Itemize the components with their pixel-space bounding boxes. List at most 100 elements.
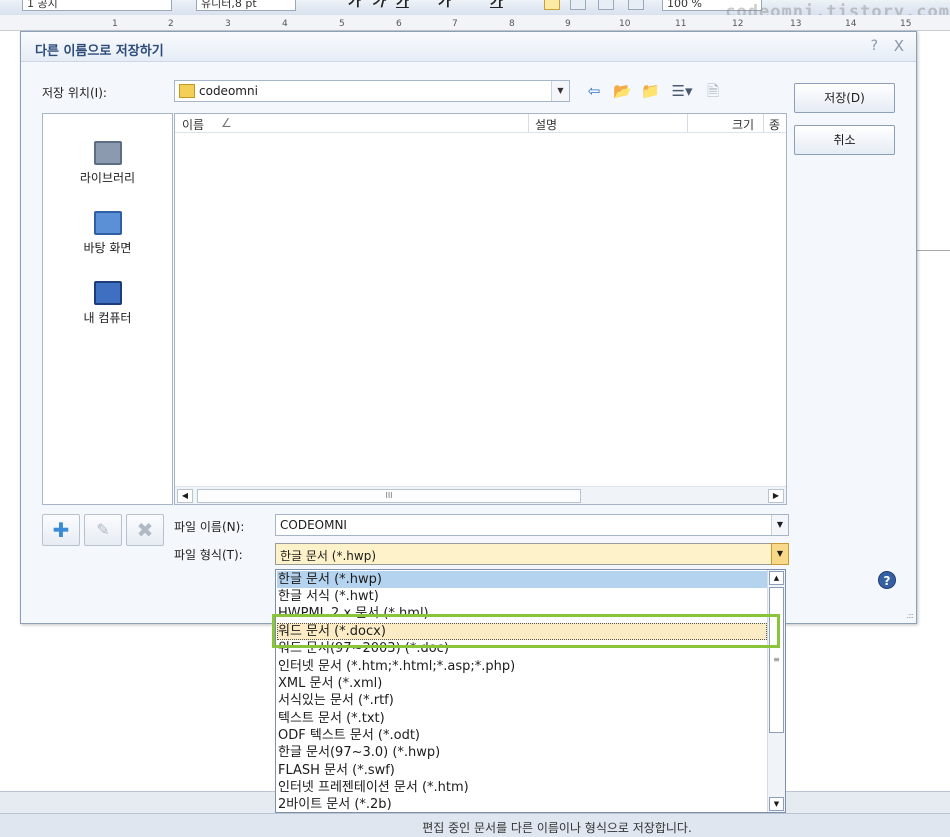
font-color-button[interactable]: 가: [490, 0, 503, 10]
font-size-select[interactable]: 유니터,8 pt: [196, 0, 296, 11]
dropdown-option[interactable]: 한글 문서(97~3.0) (*.hwp): [278, 744, 440, 761]
places-bar: 라이브러리 바탕 화면 내 컴퓨터: [42, 113, 173, 505]
style-value: 1 공지: [27, 0, 58, 10]
close-icon[interactable]: X: [894, 37, 904, 55]
location-label: 저장 위치(I):: [42, 86, 107, 100]
filetype-label: 파일 형식(T):: [174, 548, 243, 562]
style-select[interactable]: 1 공지: [22, 0, 172, 11]
filename-value: CODEOMNI: [280, 518, 347, 532]
back-arrow-icon[interactable]: ⇦: [585, 82, 603, 100]
location-combo[interactable]: codeomni ▼: [174, 80, 570, 102]
dialog-title: 다른 이름으로 저장하기: [35, 44, 164, 59]
help-circle-icon[interactable]: ?: [878, 571, 896, 589]
dropdown-scrollbar[interactable]: ▲ ≡ ▼: [767, 570, 785, 812]
place-library[interactable]: 라이브러리: [43, 141, 172, 186]
ruler-label: 11: [675, 19, 687, 29]
filename-field[interactable]: CODEOMNI ▼: [275, 514, 789, 536]
ruler-label: 3: [225, 19, 231, 29]
chevron-down-icon[interactable]: ▼: [771, 543, 789, 565]
cancel-button[interactable]: 취소: [794, 125, 895, 155]
scroll-up-icon[interactable]: ▲: [769, 571, 784, 585]
file-list-header: 이름 ∠ 설명 크기 종: [175, 114, 786, 133]
column-size[interactable]: 크기: [732, 116, 754, 133]
dropdown-option[interactable]: 2바이트 문서 (*.2b): [278, 796, 392, 812]
properties-icon[interactable]: 🗎: [704, 82, 722, 100]
dropdown-option[interactable]: XML 문서 (*.xml): [278, 675, 382, 692]
ruler-label: 15: [900, 19, 912, 29]
document-divider: [915, 250, 950, 251]
column-separator[interactable]: [763, 114, 764, 133]
bold-button[interactable]: 가: [348, 0, 361, 10]
dropdown-option[interactable]: 인터넷 프레젠테이션 문서 (*.htm): [278, 779, 469, 796]
dropdown-option[interactable]: 한글 문서 (*.hwp): [278, 571, 382, 588]
place-computer[interactable]: 내 컴퓨터: [43, 281, 172, 326]
dropdown-option[interactable]: 텍스트 문서 (*.txt): [278, 710, 385, 727]
align-center-icon[interactable]: [570, 0, 586, 10]
ruler-label: 10: [619, 19, 631, 29]
dropdown-option[interactable]: 한글 서식 (*.hwt): [278, 588, 379, 605]
dropdown-scroll-thumb[interactable]: ≡: [769, 587, 784, 733]
column-type[interactable]: 종: [769, 116, 780, 133]
dropdown-option[interactable]: 서식있는 문서 (*.rtf): [278, 692, 394, 709]
ruler: 1 2 3 4 5 6 7 8 9 10 11 12 13 14 15: [0, 15, 950, 31]
edit-place-button[interactable]: ✎: [84, 514, 122, 546]
dropdown-option[interactable]: 인터넷 문서 (*.htm;*.html;*.asp;*.php): [278, 658, 515, 675]
size-unit: pt: [245, 0, 257, 10]
chevron-down-icon[interactable]: ▼: [551, 81, 569, 101]
status-bar: 편집 중인 문서를 다른 이름이나 형식으로 저장합니다.: [0, 813, 950, 837]
dropdown-option[interactable]: ODF 텍스트 문서 (*.odt): [278, 727, 420, 744]
place-label: 내 컴퓨터: [83, 311, 132, 325]
dialog-titlebar: 다른 이름으로 저장하기 ? X: [21, 32, 916, 62]
italic-button[interactable]: 가: [372, 0, 385, 10]
align-left-icon[interactable]: [544, 0, 560, 10]
resize-grip-icon[interactable]: .:::: [906, 611, 914, 620]
up-folder-icon[interactable]: 📂: [613, 82, 632, 100]
underline-button[interactable]: 가: [396, 0, 409, 10]
sort-indicator: ∠: [221, 116, 232, 130]
column-name[interactable]: 이름: [182, 116, 204, 133]
align-right-icon[interactable]: [598, 0, 614, 10]
align-justify-icon[interactable]: [628, 0, 644, 10]
dropdown-option[interactable]: FLASH 문서 (*.swf): [278, 762, 395, 779]
scroll-left-icon[interactable]: ◀: [177, 489, 193, 503]
view-menu-icon[interactable]: ☰▾: [669, 82, 695, 100]
ruler-label: 2: [168, 19, 174, 29]
ruler-label: 12: [732, 19, 744, 29]
column-separator[interactable]: [687, 114, 688, 133]
filetype-combo[interactable]: 한글 문서 (*.hwp) ▼: [275, 543, 789, 565]
ruler-label: 7: [452, 19, 458, 29]
column-separator[interactable]: [528, 114, 529, 133]
place-label: 라이브러리: [79, 171, 136, 185]
filetype-dropdown[interactable]: 한글 문서 (*.hwp) 한글 서식 (*.hwt) HWPML 2.x 문서…: [275, 569, 786, 813]
new-folder-icon[interactable]: 📁: [641, 82, 660, 100]
ruler-label: 5: [339, 19, 345, 29]
file-list[interactable]: 이름 ∠ 설명 크기 종 ◀ III ▶: [174, 113, 787, 505]
annotation-highlight-box: [272, 614, 780, 648]
zoom-value: 100: [667, 0, 688, 10]
location-value: codeomni: [199, 84, 258, 98]
scroll-right-icon[interactable]: ▶: [768, 489, 784, 503]
scroll-down-icon[interactable]: ▼: [769, 797, 784, 811]
help-icon[interactable]: ?: [871, 38, 878, 54]
font-size-value: 유니터,8: [201, 0, 242, 10]
save-button[interactable]: 저장(D): [794, 83, 895, 113]
ruler-label: 13: [790, 19, 802, 29]
ruler-label: 6: [396, 19, 402, 29]
scroll-thumb[interactable]: III: [197, 489, 581, 503]
save-as-dialog: 다른 이름으로 저장하기 ? X 저장 위치(I): codeomni ▼ ⇦ …: [20, 31, 917, 624]
ruler-label: 14: [845, 19, 857, 29]
strike-button[interactable]: 가: [438, 0, 451, 10]
ruler-label: 9: [565, 19, 571, 29]
add-place-button[interactable]: ✚: [42, 514, 80, 546]
column-description[interactable]: 설명: [535, 116, 557, 133]
horizontal-scrollbar[interactable]: ◀ III ▶: [175, 486, 786, 504]
zoom-unit: %: [691, 0, 702, 10]
place-desktop[interactable]: 바탕 화면: [43, 211, 172, 256]
chevron-down-icon[interactable]: ▼: [771, 515, 788, 535]
remove-place-button[interactable]: ✖: [126, 514, 164, 546]
formatting-toolbar: 1 공지 유니터,8 pt 가 가 가 가 가 100 % codeomni.t…: [0, 0, 950, 15]
watermark-text: codeomni.tistory.com: [725, 2, 950, 15]
filetype-value: 한글 문서 (*.hwp): [280, 549, 377, 563]
library-icon: [93, 141, 122, 165]
ruler-label: 4: [282, 19, 288, 29]
